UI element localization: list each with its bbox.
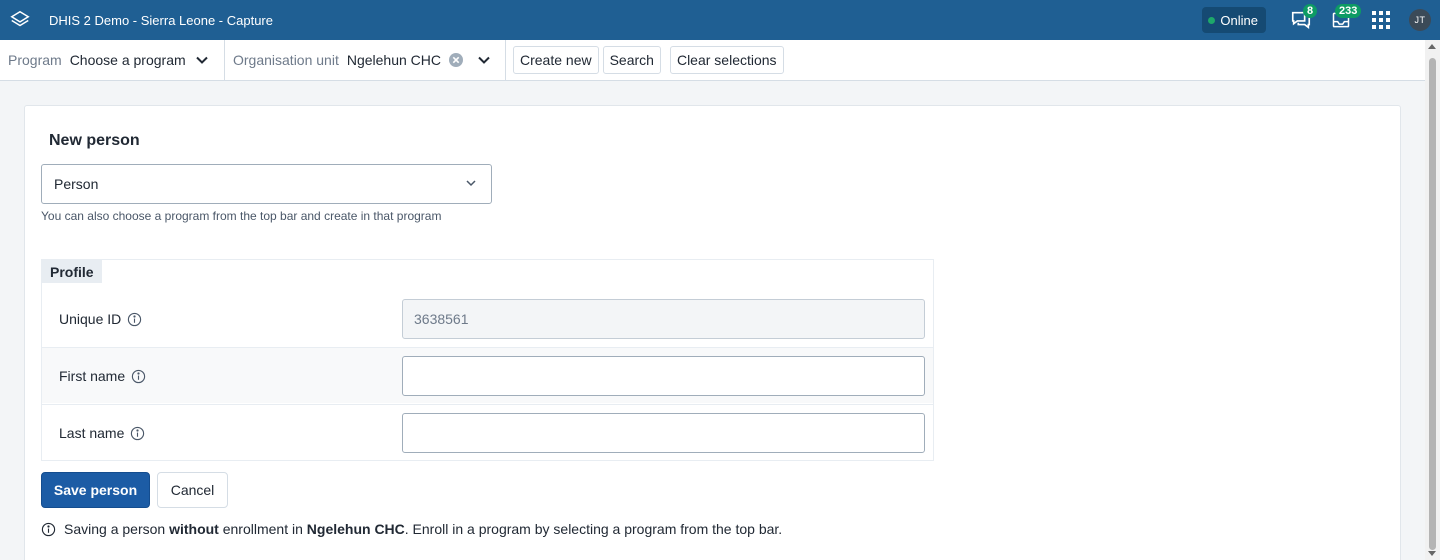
app-header: DHIS 2 Demo - Sierra Leone - Capture Onl… xyxy=(0,0,1440,40)
org-unit-label: Organisation unit xyxy=(233,52,339,68)
user-avatar[interactable]: JT xyxy=(1409,9,1431,31)
dhis2-logo-icon[interactable] xyxy=(8,8,32,32)
cancel-button[interactable]: Cancel xyxy=(157,472,228,508)
new-person-card: New person Person You can also choose a … xyxy=(24,105,1401,560)
first-name-input[interactable] xyxy=(402,356,925,396)
info-icon[interactable] xyxy=(131,369,146,384)
chevron-down-icon xyxy=(466,180,476,187)
form-row-unique-id: Unique ID xyxy=(42,291,933,347)
notice-org-unit: Ngelehun CHC xyxy=(306,521,405,537)
tracked-entity-type-select[interactable]: Person xyxy=(41,164,492,204)
online-dot-icon xyxy=(1208,16,1216,24)
info-icon[interactable] xyxy=(127,312,142,327)
org-unit-value: Ngelehun CHC xyxy=(346,52,442,68)
form-row-last-name: Last name xyxy=(42,404,933,460)
search-button[interactable]: Search xyxy=(602,46,661,74)
profile-section: Profile Unique ID First name Last name xyxy=(41,259,934,461)
notice-text: enrollment in xyxy=(218,521,307,537)
context-selector-bar: Program Choose a program Organisation un… xyxy=(0,39,1440,81)
program-value: Choose a program xyxy=(69,52,186,68)
help-text: You can also choose a program from the t… xyxy=(41,209,442,223)
info-icon[interactable] xyxy=(130,426,145,441)
online-status: Online xyxy=(1202,7,1266,33)
apps-menu-button[interactable] xyxy=(1361,0,1401,40)
notice-text: Saving a person xyxy=(64,521,170,537)
info-icon xyxy=(41,522,56,537)
clear-org-unit-icon[interactable] xyxy=(444,48,468,72)
chevron-down-icon[interactable] xyxy=(190,48,214,72)
messages-badge: 8 xyxy=(1303,4,1318,18)
org-unit-selector[interactable]: Organisation unit Ngelehun CHC xyxy=(225,39,506,81)
unique-id-input[interactable] xyxy=(402,299,925,339)
create-new-button[interactable]: Create new xyxy=(513,46,599,74)
field-label: Last name xyxy=(59,425,125,441)
scroll-up-icon[interactable] xyxy=(1428,44,1436,49)
scroll-down-icon[interactable] xyxy=(1428,551,1436,556)
field-label: First name xyxy=(59,368,126,384)
page-scrollbar[interactable] xyxy=(1425,40,1440,560)
program-label: Program xyxy=(8,52,62,68)
apps-grid-icon xyxy=(1372,11,1390,29)
save-person-button[interactable]: Save person xyxy=(41,472,150,508)
enrollment-notice: Saving a person without enrollment in Ng… xyxy=(41,521,782,537)
notice-text: . Enroll in a program by selecting a pro… xyxy=(404,521,783,537)
section-title: Profile xyxy=(42,260,102,283)
chevron-down-icon[interactable] xyxy=(472,48,496,72)
program-selector[interactable]: Program Choose a program xyxy=(0,39,225,81)
online-label: Online xyxy=(1220,12,1258,28)
clear-selections-button[interactable]: Clear selections xyxy=(669,46,784,74)
form-row-first-name: First name xyxy=(42,347,933,403)
interpretations-badge: 233 xyxy=(1335,4,1362,18)
messages-button[interactable]: 8 xyxy=(1281,0,1321,40)
last-name-input[interactable] xyxy=(402,413,925,453)
scroll-thumb[interactable] xyxy=(1429,58,1436,550)
field-label: Unique ID xyxy=(59,311,122,327)
interpretations-button[interactable]: 233 xyxy=(1321,0,1362,40)
app-title: DHIS 2 Demo - Sierra Leone - Capture xyxy=(49,12,273,28)
tracked-entity-type-value: Person xyxy=(54,176,99,192)
page-title: New person xyxy=(49,132,140,149)
notice-bold: without xyxy=(169,521,219,537)
